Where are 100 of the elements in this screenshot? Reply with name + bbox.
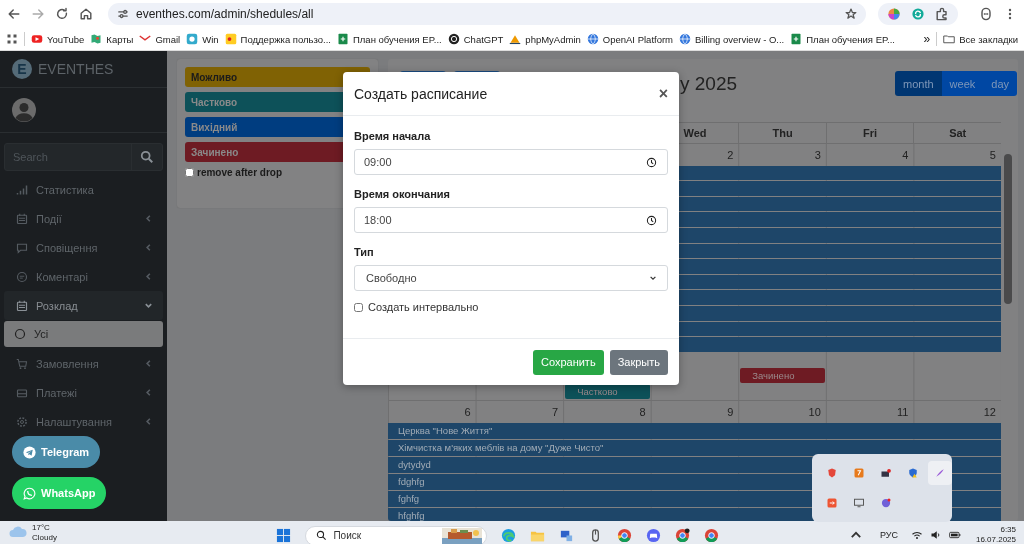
nav-subitem[interactable]: Усі bbox=[4, 321, 163, 347]
checkbox-label: Создать интервально bbox=[368, 301, 479, 313]
paper-plane-icon bbox=[23, 445, 36, 459]
day-number: 8 bbox=[639, 405, 646, 418]
more-bookmarks-button[interactable]: » bbox=[923, 32, 931, 46]
address-bar[interactable]: eventhes.com/admin/shedules/all bbox=[108, 3, 866, 25]
event-bar[interactable]: Церква "Нове Життя" bbox=[388, 422, 1001, 439]
nav-label: Замовлення bbox=[36, 357, 100, 370]
map-icon bbox=[90, 33, 103, 45]
chevron-icon bbox=[144, 272, 153, 281]
computer-icon[interactable] bbox=[559, 528, 575, 543]
day-number: 12 bbox=[983, 405, 996, 418]
nav-label: Події bbox=[36, 212, 63, 225]
cart-icon bbox=[16, 357, 28, 370]
clock-time[interactable]: 6:35 bbox=[1000, 525, 1016, 535]
globe-icon bbox=[586, 33, 599, 45]
nav-item[interactable]: Розклад bbox=[4, 291, 163, 320]
bookmark[interactable]: YouTube bbox=[31, 33, 85, 45]
bookmark[interactable]: Поддержка пользо... bbox=[224, 33, 331, 45]
telegram-button[interactable]: Telegram bbox=[12, 436, 101, 468]
chevron-icon bbox=[144, 301, 153, 310]
apps-grid-icon[interactable] bbox=[6, 33, 18, 45]
nav-label: Сповіщення bbox=[36, 241, 99, 254]
sync-icon[interactable] bbox=[910, 6, 926, 22]
reload-icon[interactable] bbox=[54, 6, 70, 22]
language-indicator[interactable]: РУС bbox=[879, 529, 898, 540]
spreadsheet-icon bbox=[337, 33, 349, 45]
chevron-icon bbox=[144, 359, 153, 368]
nav-item[interactable]: Коментарі bbox=[4, 262, 163, 291]
day-number: 4 bbox=[902, 148, 909, 161]
all-bookmarks[interactable]: Все закладки bbox=[943, 33, 1018, 45]
bookmark[interactable]: OpenAI Platform bbox=[586, 33, 674, 45]
weather-text: Cloudy bbox=[32, 532, 57, 542]
save-button[interactable]: Сохранить bbox=[532, 349, 604, 375]
chrome-icon[interactable] bbox=[675, 528, 691, 543]
spreadsheet-icon bbox=[790, 33, 803, 45]
speaker-icon[interactable] bbox=[929, 528, 942, 541]
browser-icon[interactable] bbox=[501, 528, 517, 543]
nav-label: Платежі bbox=[36, 386, 78, 399]
star-icon[interactable] bbox=[844, 7, 858, 21]
temperature: 17°C bbox=[32, 523, 51, 533]
checkbox[interactable] bbox=[354, 302, 363, 312]
calendar-title: y 2025 bbox=[680, 72, 738, 95]
bookmark[interactable]: План обучения EP... bbox=[337, 33, 442, 45]
day-number: 10 bbox=[808, 405, 821, 418]
bar-chart-icon bbox=[16, 183, 28, 196]
event[interactable]: Зачинено bbox=[740, 367, 825, 383]
bookmark[interactable]: phpMyAdmin bbox=[509, 33, 581, 45]
weekday-header: Wed bbox=[683, 126, 707, 139]
color-wheel-icon[interactable] bbox=[886, 6, 902, 22]
brand-name: EVENTHES bbox=[38, 61, 114, 77]
weekday-header: Fri bbox=[863, 126, 878, 139]
time-field[interactable]: 09:00 bbox=[354, 149, 668, 175]
checkbox[interactable] bbox=[185, 168, 194, 177]
view-tab[interactable]: week bbox=[941, 71, 984, 97]
nav-item[interactable]: Платежі bbox=[4, 378, 163, 407]
bookmark[interactable]: План обучения EP... bbox=[790, 33, 895, 45]
circle-icon bbox=[14, 328, 26, 340]
bookmark[interactable]: Карты bbox=[90, 33, 134, 45]
puzzle-icon[interactable] bbox=[934, 6, 950, 22]
nav-item[interactable]: Замовлення bbox=[4, 349, 163, 378]
wallet-icon bbox=[16, 386, 28, 399]
windows-logo-icon[interactable] bbox=[276, 528, 292, 543]
bookmark[interactable]: ChatGPT bbox=[447, 33, 504, 45]
comment-icon bbox=[16, 270, 28, 283]
view-tab[interactable]: day bbox=[983, 71, 1017, 97]
site-settings-icon bbox=[116, 7, 130, 21]
legend-event[interactable]: Можливо bbox=[185, 67, 370, 87]
back-icon[interactable] bbox=[6, 6, 22, 22]
nav-item[interactable]: Налаштування bbox=[4, 407, 163, 436]
nav-item[interactable]: Сповіщення bbox=[4, 233, 163, 262]
time-field[interactable]: 18:00 bbox=[354, 207, 668, 233]
day-number: 9 bbox=[727, 405, 734, 418]
close-button[interactable]: Закрыть bbox=[609, 349, 668, 375]
type-select[interactable]: Свободно bbox=[354, 265, 668, 291]
weekday-header: Sat bbox=[949, 126, 967, 139]
day-number: 7 bbox=[552, 405, 559, 418]
chevron-icon bbox=[144, 214, 153, 223]
close-button[interactable]: × bbox=[658, 84, 668, 103]
clock-icon bbox=[646, 214, 657, 226]
avatar-icon bbox=[12, 98, 36, 122]
day-number: 3 bbox=[814, 148, 821, 161]
nav-item[interactable]: Статистика bbox=[4, 175, 163, 204]
bookmark[interactable]: Win bbox=[186, 33, 219, 45]
bookmark[interactable]: Billing overview - O... bbox=[679, 33, 785, 45]
day-number: 11 bbox=[897, 405, 909, 418]
search-field[interactable]: Поиск bbox=[305, 525, 488, 544]
clock-icon bbox=[646, 156, 657, 168]
view-tab[interactable]: month bbox=[895, 71, 942, 97]
nav-item[interactable]: Події bbox=[4, 204, 163, 233]
home-icon[interactable] bbox=[78, 6, 94, 22]
gear-icon bbox=[16, 415, 28, 428]
nav-label: Усі bbox=[34, 328, 50, 340]
checkbox-label: remove after drop bbox=[197, 167, 283, 178]
bookmark[interactable]: Gmail bbox=[139, 33, 181, 45]
clock-date[interactable]: 16.07.2025 bbox=[975, 534, 1016, 544]
caret-icon bbox=[649, 274, 657, 282]
profile-icon[interactable] bbox=[978, 6, 994, 22]
nav-label: Розклад bbox=[36, 299, 79, 312]
event-bar[interactable]: Хімчистка м'яких меблів на дому "Дуже Чисто" bbox=[388, 439, 1001, 456]
